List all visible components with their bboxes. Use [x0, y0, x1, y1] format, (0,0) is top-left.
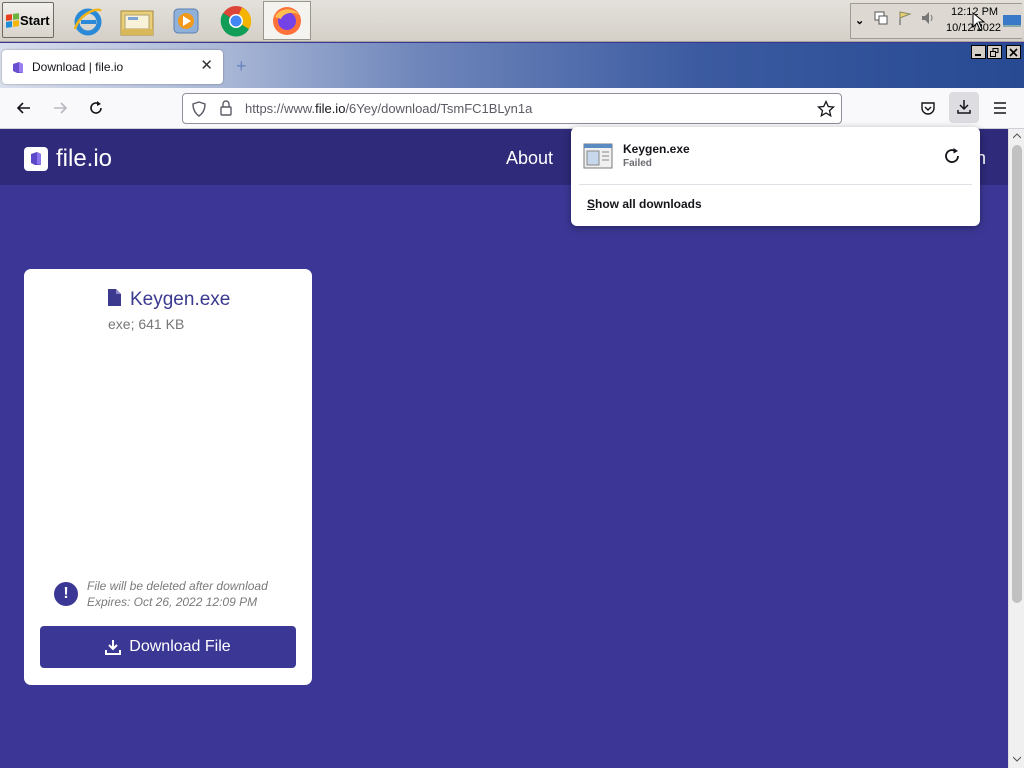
show-all-access-key: S [587, 197, 596, 211]
reload-button[interactable] [87, 99, 105, 117]
forward-arrow-icon [54, 102, 68, 114]
download-file-button[interactable]: Download File [40, 626, 296, 668]
show-all-downloads-button[interactable]: Show all downloads [587, 197, 702, 211]
lock-icon[interactable] [219, 100, 233, 116]
download-arrow-icon [957, 100, 971, 114]
media-player-icon [173, 8, 199, 33]
taskbar-internet-explorer-button[interactable] [64, 1, 112, 40]
download-file-label: Download File [129, 638, 231, 655]
file-name: Keygen.exe [130, 289, 231, 310]
downloads-button[interactable] [949, 92, 979, 123]
url-bar[interactable]: https://www.file.io/6Yey/download/TsmFC1… [182, 93, 842, 124]
scroll-down-icon[interactable] [1013, 755, 1021, 763]
bookmark-star-icon[interactable] [817, 100, 835, 118]
new-tab-button[interactable]: + [236, 56, 247, 77]
tab-title: Download | file.io [32, 60, 124, 74]
scrollbar-thumb[interactable] [1012, 145, 1022, 603]
page-scrollbar[interactable] [1008, 129, 1024, 768]
close-icon [1009, 47, 1018, 57]
file-icon [108, 289, 121, 306]
retry-icon[interactable] [943, 147, 961, 165]
taskbar-media-player-button[interactable] [162, 1, 210, 40]
file-meta: exe; 641 KB [108, 316, 185, 332]
delete-after-download-note: File will be deleted after download [87, 579, 268, 593]
mouse-cursor-icon [972, 12, 986, 31]
folder-icon [120, 10, 154, 35]
network-icon[interactable] [873, 10, 889, 26]
nav-link-about[interactable]: About [506, 148, 553, 169]
flag-alert-icon[interactable] [897, 10, 913, 26]
restore-button[interactable] [987, 45, 1002, 59]
internet-explorer-icon [73, 8, 102, 35]
panel-divider [579, 184, 972, 185]
start-label: Start [20, 12, 50, 28]
taskbar-firefox-button[interactable] [263, 1, 311, 40]
taskbar: Start ⌄ 12:12 PM 10/12/2022 [0, 0, 1024, 42]
url-path: /6Yey/download/TsmFC1BLyn1a [345, 101, 533, 116]
taskbar-file-explorer-button[interactable] [113, 1, 161, 40]
windows-flag-icon [6, 12, 19, 28]
url-domain: file.io [315, 101, 346, 116]
executable-file-icon [583, 143, 613, 169]
url-prefix: https://www. [245, 101, 316, 116]
forward-button[interactable] [51, 99, 69, 117]
file-io-logo-icon[interactable] [24, 147, 48, 171]
scroll-up-icon[interactable] [1013, 132, 1021, 140]
download-icon [105, 640, 122, 655]
site-logo-text[interactable]: file.io [56, 145, 112, 173]
hamburger-menu-icon[interactable] [992, 101, 1008, 115]
firefox-icon [273, 6, 301, 35]
minimize-icon [975, 53, 981, 56]
back-button[interactable] [15, 99, 33, 117]
show-desktop-icon[interactable] [1003, 15, 1021, 27]
expiry-note: Expires: Oct 26, 2022 12:09 PM [87, 595, 258, 609]
url-text[interactable]: https://www.file.io/6Yey/download/TsmFC1… [245, 101, 532, 116]
minimize-button[interactable] [971, 45, 986, 59]
volume-icon[interactable] [920, 10, 936, 26]
pocket-icon[interactable] [920, 100, 936, 116]
show-all-label: how all downloads [595, 197, 702, 211]
download-item-name: Keygen.exe [623, 142, 690, 156]
start-button[interactable]: Start [2, 2, 54, 38]
restore-icon [990, 47, 999, 57]
info-alert-icon: ! [54, 582, 78, 606]
close-window-button[interactable] [1006, 45, 1021, 59]
chrome-icon [220, 5, 252, 37]
tab-close-icon[interactable]: ✕ [200, 58, 213, 74]
taskbar-chrome-button[interactable] [212, 1, 260, 40]
download-item-status: Failed [623, 158, 652, 169]
downloads-panel: Keygen.exe Failed Show all downloads [571, 127, 980, 226]
back-arrow-icon [16, 102, 30, 114]
download-card: Keygen.exe exe; 641 KB ! File will be de… [24, 269, 312, 685]
reload-icon [90, 101, 102, 114]
tracking-shield-icon[interactable] [191, 101, 207, 117]
tray-expand-icon[interactable]: ⌄ [855, 14, 864, 27]
file-io-favicon [13, 61, 23, 73]
tab-file-io-download[interactable]: Download | file.io ✕ [2, 50, 223, 84]
